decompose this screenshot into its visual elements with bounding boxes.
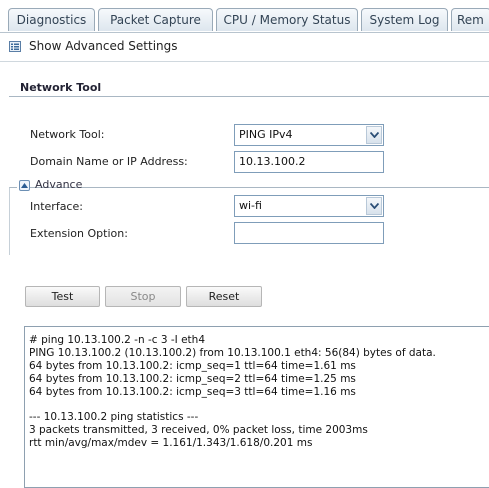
domain-value: 10.13.100.2 <box>239 155 306 168</box>
output-line: # ping 10.13.100.2 -n -c 3 -I eth4 <box>29 334 206 346</box>
output-line: rtt min/avg/max/mdev = 1.161/1.343/1.618… <box>29 437 313 450</box>
interface-label: Interface: <box>30 200 83 213</box>
domain-label: Domain Name or IP Address: <box>30 155 188 168</box>
interface-value: wi-fi <box>239 199 262 212</box>
show-advanced-settings-link[interactable]: Show Advanced Settings <box>29 39 178 53</box>
list-icon[interactable] <box>9 41 21 52</box>
network-tool-label: Network Tool: <box>30 128 105 141</box>
tab-remote[interactable]: Rem <box>451 8 489 31</box>
output-line: --- 10.13.100.2 ping statistics --- <box>29 411 199 424</box>
tab-system-log[interactable]: System Log <box>361 8 448 31</box>
tab-cpu-memory-status[interactable]: CPU / Memory Status <box>216 8 358 31</box>
chevron-down-icon[interactable] <box>366 197 382 215</box>
tab-packet-capture[interactable]: Packet Capture <box>98 8 213 31</box>
interface-select[interactable]: wi-fi <box>234 195 384 217</box>
collapse-icon[interactable] <box>19 180 30 191</box>
chevron-down-icon[interactable] <box>366 126 382 144</box>
tab-bar: Diagnostics Packet Capture CPU / Memory … <box>0 0 489 32</box>
output-line: 64 bytes from 10.13.100.2: icmp_seq=1 tt… <box>29 359 356 372</box>
network-tool-value: PING IPv4 <box>239 128 293 141</box>
section-divider <box>9 96 489 97</box>
advance-legend[interactable]: Advance <box>17 178 82 194</box>
toolbar: Show Advanced Settings <box>0 32 489 62</box>
extension-option-label: Extension Option: <box>30 227 128 240</box>
domain-input[interactable]: 10.13.100.2 <box>234 151 384 173</box>
tab-diagnostics[interactable]: Diagnostics <box>8 8 95 31</box>
ping-output[interactable]: # ping 10.13.100.2 -n -c 3 -I eth4 PING 1… <box>24 326 489 488</box>
network-tool-select[interactable]: PING IPv4 <box>234 124 384 146</box>
extension-option-input[interactable] <box>234 222 384 244</box>
output-line: 64 bytes from 10.13.100.2: icmp_seq=3 tt… <box>29 385 356 398</box>
section-title: Network Tool <box>20 81 102 94</box>
test-button[interactable]: Test <box>25 286 100 307</box>
output-line: 3 packets transmitted, 3 received, 0% pa… <box>29 424 368 437</box>
reset-button[interactable]: Reset <box>186 286 262 307</box>
output-line: PING 10.13.100.2 (10.13.100.2) from 10.1… <box>29 346 436 359</box>
output-line: 64 bytes from 10.13.100.2: icmp_seq=2 tt… <box>29 372 356 385</box>
stop-button[interactable]: Stop <box>105 286 181 307</box>
advance-legend-label: Advance <box>35 178 83 191</box>
